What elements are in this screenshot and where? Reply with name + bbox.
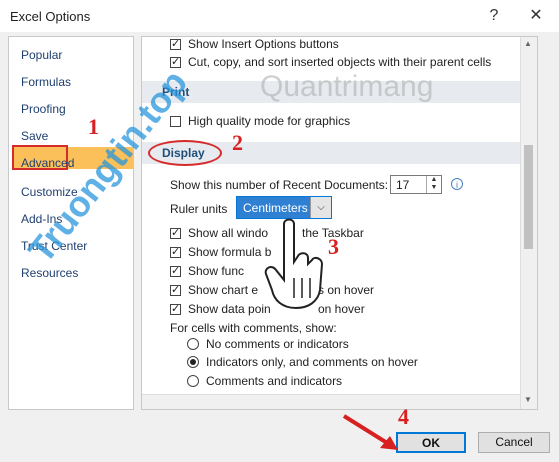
insert-options-checkbox[interactable] xyxy=(170,37,181,50)
horizontal-scrollbar[interactable] xyxy=(142,394,520,409)
show-data-point-label: Show data poin xyxy=(188,302,271,316)
hand-cursor-icon xyxy=(264,218,324,310)
recent-docs-spinner[interactable]: 17 ▲ ▼ xyxy=(390,175,442,194)
show-formula-bar-label: Show formula b xyxy=(188,245,272,259)
radio-comments-indicators[interactable] xyxy=(187,375,199,387)
insert-options-label: Show Insert Options buttons xyxy=(188,37,339,51)
red-arrow-icon xyxy=(342,414,398,450)
scroll-down-icon[interactable]: ▼ xyxy=(524,395,532,404)
recent-docs-label: Show this number of Recent Documents: xyxy=(170,178,389,192)
help-button[interactable]: ? xyxy=(480,4,508,28)
show-data-point-checkbox[interactable] xyxy=(170,302,181,315)
show-all-windows-label: Show all windo xyxy=(188,226,269,240)
annotation-step-2: 2 xyxy=(232,130,243,155)
recent-docs-value: 17 xyxy=(396,178,410,192)
radio-no-comments[interactable] xyxy=(187,338,199,350)
sidebar-item-save[interactable]: Save xyxy=(21,129,48,143)
show-chart-label-rest: s on hover xyxy=(318,283,375,297)
window-title: Excel Options xyxy=(10,9,91,24)
show-formula-bar-checkbox[interactable] xyxy=(170,245,181,258)
scroll-thumb[interactable] xyxy=(524,145,533,249)
show-chart-checkbox[interactable] xyxy=(170,283,181,296)
ruler-units-value: Centimeters xyxy=(243,201,308,215)
high-quality-label: High quality mode for graphics xyxy=(188,114,351,128)
show-chart-label: Show chart e xyxy=(188,283,259,297)
ruler-units-select[interactable]: Centimeters ⌵ xyxy=(236,196,332,219)
sidebar-item-proofing[interactable]: Proofing xyxy=(21,102,66,116)
annotation-step-3: 3 xyxy=(328,234,339,259)
ruler-units-label: Ruler units xyxy=(170,202,228,216)
cut-copy-sort-checkbox[interactable] xyxy=(170,55,181,68)
scroll-up-icon[interactable]: ▲ xyxy=(524,39,532,48)
spinner-arrows-icon[interactable]: ▲ ▼ xyxy=(426,176,441,193)
watermark-quantrimang: Quantrimang xyxy=(260,70,434,103)
show-function-label: Show func xyxy=(188,264,245,278)
comments-label: For cells with comments, show: xyxy=(170,321,337,335)
radio-comments-indicators-label: Comments and indicators xyxy=(206,374,343,388)
radio-no-comments-label: No comments or indicators xyxy=(206,337,349,351)
vertical-scrollbar[interactable]: ▲ ▼ xyxy=(520,37,537,409)
show-all-windows-checkbox[interactable] xyxy=(170,226,181,239)
display-red-circle xyxy=(148,140,222,166)
show-function-checkbox[interactable] xyxy=(170,264,181,277)
sidebar-item-popular[interactable]: Popular xyxy=(21,48,62,62)
radio-indicators-only[interactable] xyxy=(187,356,199,368)
title-bar: Excel Options ? ✕ xyxy=(0,0,559,32)
close-button[interactable]: ✕ xyxy=(522,4,550,28)
annotation-step-1: 1 xyxy=(88,114,99,139)
chevron-down-icon[interactable]: ⌵ xyxy=(310,197,331,218)
cancel-button[interactable]: Cancel xyxy=(478,432,550,453)
cut-copy-sort-label: Cut, copy, and sort inserted objects wit… xyxy=(188,55,492,69)
sidebar-item-advanced[interactable]: Advanced xyxy=(21,156,74,170)
sidebar-item-formulas[interactable]: Formulas xyxy=(21,75,71,89)
ok-button[interactable]: OK xyxy=(396,432,466,453)
info-icon[interactable]: i xyxy=(451,178,463,190)
radio-indicators-only-label: Indicators only, and comments on hover xyxy=(206,355,418,369)
